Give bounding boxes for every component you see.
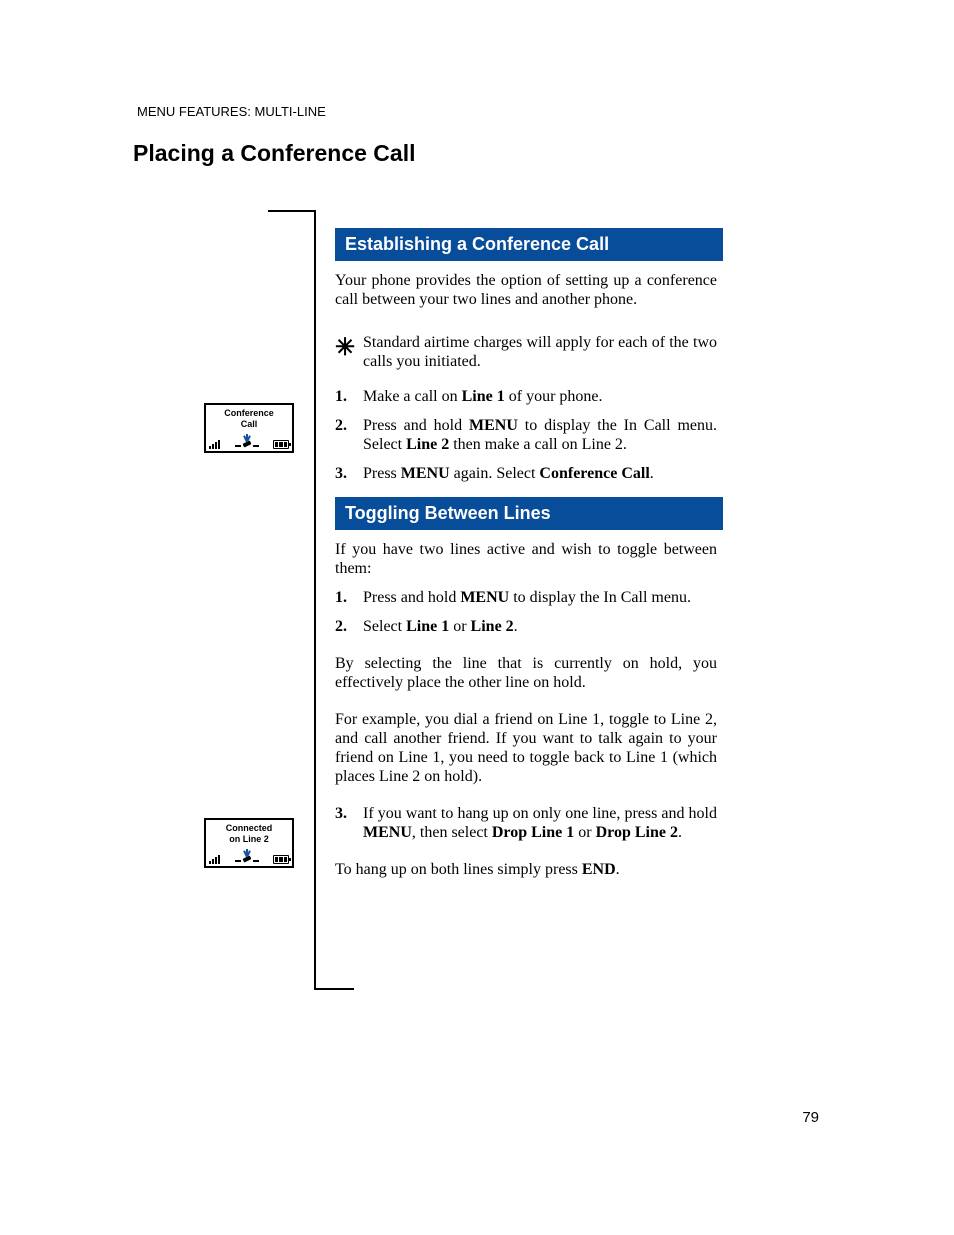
body-toggle-1: By selecting the line that is currently … [335, 654, 717, 692]
breadcrumb: MENU FEATURES: MULTI-LINE [137, 104, 326, 119]
screen-statusbar [209, 850, 289, 864]
phone-screen-line2: Connected on Line 2 [204, 818, 294, 868]
step-3b: 3. If you want to hang up on only one li… [335, 804, 717, 842]
section-bar-2: Toggling Between Lines [335, 497, 723, 530]
step-text: If you want to hang up on only one line,… [363, 804, 717, 842]
intro-1: Your phone provides the option of settin… [335, 271, 717, 309]
signal-icon [209, 855, 220, 864]
intro-2: If you have two lines active and wish to… [335, 540, 717, 578]
tip: ✳ Standard airtime charges will apply fo… [335, 333, 717, 371]
step-num: 1. [335, 387, 363, 406]
screen-line-2: on Line 2 [206, 834, 292, 844]
body-toggle-2: For example, you dial a friend on Line 1… [335, 710, 717, 786]
section-bar-1: Establishing a Conference Call [335, 228, 723, 261]
step-text: Select Line 1 or Line 2. [363, 617, 717, 636]
screen-box: Connected on Line 2 [204, 818, 294, 868]
rule-vertical [314, 210, 316, 990]
step-text: Press and hold MENU to display the In Ca… [363, 588, 717, 607]
screen-line-2: Call [206, 419, 292, 429]
connection-icon [235, 852, 259, 864]
page-title: Placing a Conference Call [133, 140, 415, 167]
signal-icon [209, 440, 220, 449]
rule-bottom [314, 988, 354, 990]
step-2: 2. Press and hold MENU to display the In… [335, 416, 717, 454]
step-text: Press MENU again. Select Conference Call… [363, 464, 717, 483]
tip-text: Standard airtime charges will apply for … [363, 333, 717, 371]
screen-box: Conference Call [204, 403, 294, 453]
content: Establishing a Conference Call Your phon… [335, 214, 725, 879]
step-text: Make a call on Line 1 of your phone. [363, 387, 717, 406]
step-3: 3. Press MENU again. Select Conference C… [335, 464, 717, 483]
step-num: 3. [335, 464, 363, 483]
step-num: 1. [335, 588, 363, 607]
connection-icon [235, 437, 259, 449]
step-num: 3. [335, 804, 363, 842]
rule-top [268, 210, 316, 212]
battery-icon [273, 440, 289, 449]
screen-statusbar [209, 435, 289, 449]
battery-icon [273, 855, 289, 864]
phone-screen-conference: Conference Call [204, 403, 294, 453]
step-text: Press and hold MENU to display the In Ca… [363, 416, 717, 454]
step-2b: 2. Select Line 1 or Line 2. [335, 617, 717, 636]
step-num: 2. [335, 617, 363, 636]
body-end: To hang up on both lines simply press EN… [335, 860, 717, 879]
page: MENU FEATURES: MULTI-LINE Placing a Conf… [0, 0, 954, 1235]
screen-line-1: Conference [206, 408, 292, 418]
step-1: 1. Make a call on Line 1 of your phone. [335, 387, 717, 406]
step-num: 2. [335, 416, 363, 454]
screen-line-1: Connected [206, 823, 292, 833]
page-number: 79 [802, 1109, 819, 1126]
tip-icon: ✳ [335, 333, 363, 371]
step-1b: 1. Press and hold MENU to display the In… [335, 588, 717, 607]
